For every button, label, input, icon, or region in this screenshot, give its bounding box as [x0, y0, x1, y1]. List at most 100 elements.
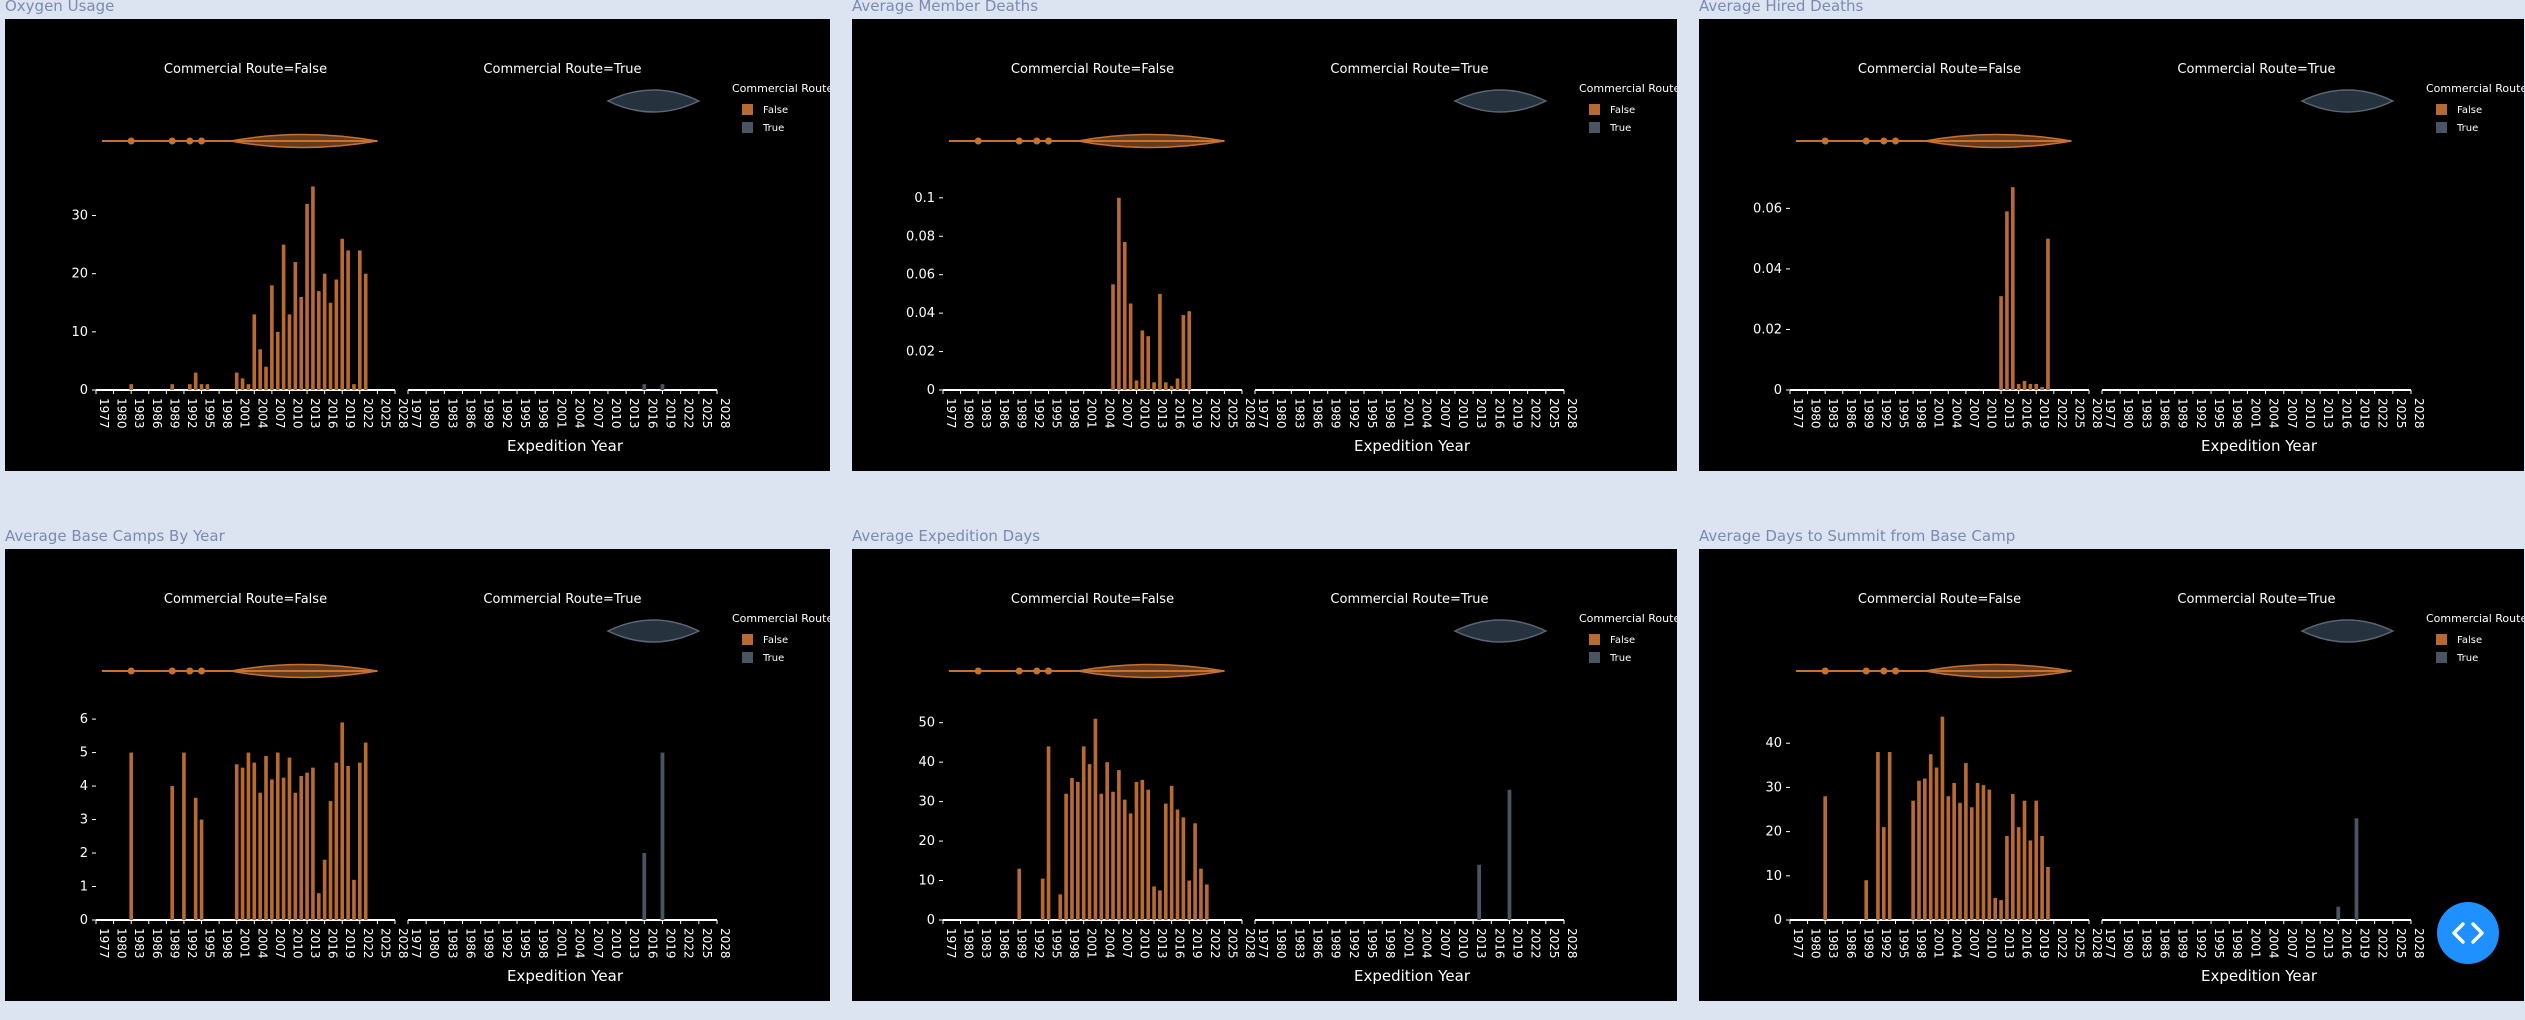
legend-swatch[interactable]	[2436, 652, 2447, 663]
x-tick-label: 1977	[2103, 398, 2117, 429]
x-tick-label: 1977	[1256, 928, 1270, 959]
bar-false	[352, 384, 356, 390]
bar-false	[322, 859, 327, 920]
x-tick-label: 1992	[1347, 928, 1361, 959]
legend-swatch[interactable]	[1589, 122, 1600, 133]
legend-swatch[interactable]	[742, 634, 753, 645]
x-tick-label: 2007	[591, 928, 605, 959]
legend-title[interactable]: Commercial Route	[732, 82, 830, 95]
bar-false	[1975, 782, 1980, 920]
bar-false	[2022, 380, 2027, 390]
violin-true	[1453, 619, 1548, 643]
x-tick-label: 1977	[97, 928, 111, 959]
bar-false	[187, 384, 192, 390]
legend-swatch[interactable]	[2436, 122, 2447, 133]
x-tick-label: 1998	[1383, 928, 1397, 959]
x-tick-label: 1977	[409, 398, 423, 429]
violin-false-point	[1015, 667, 1023, 675]
x-tick-label: 1989	[1014, 928, 1028, 959]
legend-swatch[interactable]	[742, 652, 753, 663]
x-tick-label: 1998	[220, 928, 234, 959]
bar-false	[1058, 894, 1063, 920]
x-tick-label: 2007	[273, 398, 287, 429]
bar-false	[1163, 803, 1168, 920]
x-tick-label: 1992	[1879, 928, 1893, 959]
bar-false	[2046, 866, 2050, 920]
legend-item-label[interactable]: True	[762, 123, 784, 134]
x-tick-label: 2025	[1547, 398, 1561, 429]
legend-title[interactable]: Commercial Route	[2426, 82, 2524, 95]
facet-title: Commercial Route=True	[483, 62, 641, 77]
legend-swatch[interactable]	[1589, 634, 1600, 645]
x-tick-label: 2007	[591, 398, 605, 429]
y-tick-label: 6	[80, 712, 88, 727]
chart-area: 0 10 20 30 Commercial Route=False 1977 1980 198…	[5, 19, 830, 471]
bar-false	[1999, 296, 2003, 390]
x-tick-label: 1995	[203, 928, 217, 959]
legend-title[interactable]: Commercial Route	[2426, 612, 2524, 625]
panel-title: Average Days to Summit from Base Camp	[1699, 527, 2016, 545]
x-tick-label: 1983	[445, 928, 459, 959]
x-tick-label: 1992	[2194, 928, 2208, 959]
bar-false	[1958, 802, 1962, 920]
bar-false	[1876, 752, 1880, 920]
legend-title[interactable]: Commercial Route	[1579, 82, 1677, 95]
x-tick-label: 2013	[627, 928, 641, 959]
y-tick-label: 40	[1765, 736, 1782, 751]
bar-false	[1175, 809, 1180, 920]
legend-item-label[interactable]: False	[1610, 635, 1635, 646]
x-tick-label: 2004	[1949, 928, 1963, 959]
legend-title[interactable]: Commercial Route	[1579, 612, 1677, 625]
y-tick-label: 3	[80, 813, 88, 828]
x-tick-label: 2016	[1173, 398, 1187, 429]
bar-false	[311, 767, 315, 920]
x-tick-label: 1980	[427, 398, 441, 429]
x-tick-label: 1989	[482, 928, 496, 959]
chart-panel: Average Expedition Days 0 10 20 30 40 50 Commer…	[847, 527, 1677, 1020]
bar-false	[270, 779, 274, 920]
legend-item-label[interactable]: False	[763, 105, 788, 116]
x-tick-label: 2004	[1102, 398, 1116, 429]
legend-item-label[interactable]: True	[2456, 653, 2478, 664]
x-tick-label: 2028	[718, 928, 732, 959]
legend-item-label[interactable]: False	[763, 635, 788, 646]
x-tick-label: 1980	[115, 398, 129, 429]
violin-false-point	[1821, 137, 1829, 145]
bar-false	[1146, 789, 1151, 920]
legend-swatch[interactable]	[2436, 104, 2447, 115]
bar-false	[1117, 197, 1121, 390]
bar-false	[1064, 793, 1068, 920]
legend-item-label[interactable]: True	[2456, 123, 2478, 134]
bar-false	[129, 384, 133, 390]
legend-item-label[interactable]: True	[762, 653, 784, 664]
legend-swatch[interactable]	[742, 122, 753, 133]
bar-false	[129, 752, 133, 920]
x-tick-label: 1998	[1067, 928, 1081, 959]
y-tick-label: 0	[927, 383, 935, 398]
bar-false	[322, 273, 327, 390]
y-tick-label: 0.04	[1753, 262, 1782, 277]
y-tick-label: 4	[80, 779, 88, 794]
legend-item-label[interactable]: True	[1609, 653, 1631, 664]
bar-false	[275, 331, 280, 390]
legend-item-label[interactable]: True	[1609, 123, 1631, 134]
bar-false	[334, 279, 339, 390]
y-tick-label: 10	[918, 874, 935, 889]
legend-item-label[interactable]: False	[1610, 105, 1635, 116]
x-tick-label: 1986	[997, 398, 1011, 429]
legend-item-label[interactable]: False	[2457, 105, 2482, 116]
bar-false	[1887, 752, 1892, 920]
legend-swatch[interactable]	[742, 104, 753, 115]
legend-item-label[interactable]: False	[2457, 635, 2482, 646]
bar-false	[1928, 754, 1933, 920]
legend-swatch[interactable]	[1589, 104, 1600, 115]
legend-title[interactable]: Commercial Route	[732, 612, 830, 625]
x-tick-label: 1992	[500, 398, 514, 429]
x-tick-label: 1989	[1329, 928, 1343, 959]
page-nav-button[interactable]	[2437, 902, 2499, 964]
legend-swatch[interactable]	[1589, 652, 1600, 663]
legend-swatch[interactable]	[2436, 634, 2447, 645]
chart-svg: 0123456Commercial Route=False1977 1980 198…	[80, 592, 830, 985]
bar-false	[1923, 778, 1927, 920]
x-tick-label: 2013	[627, 398, 641, 429]
